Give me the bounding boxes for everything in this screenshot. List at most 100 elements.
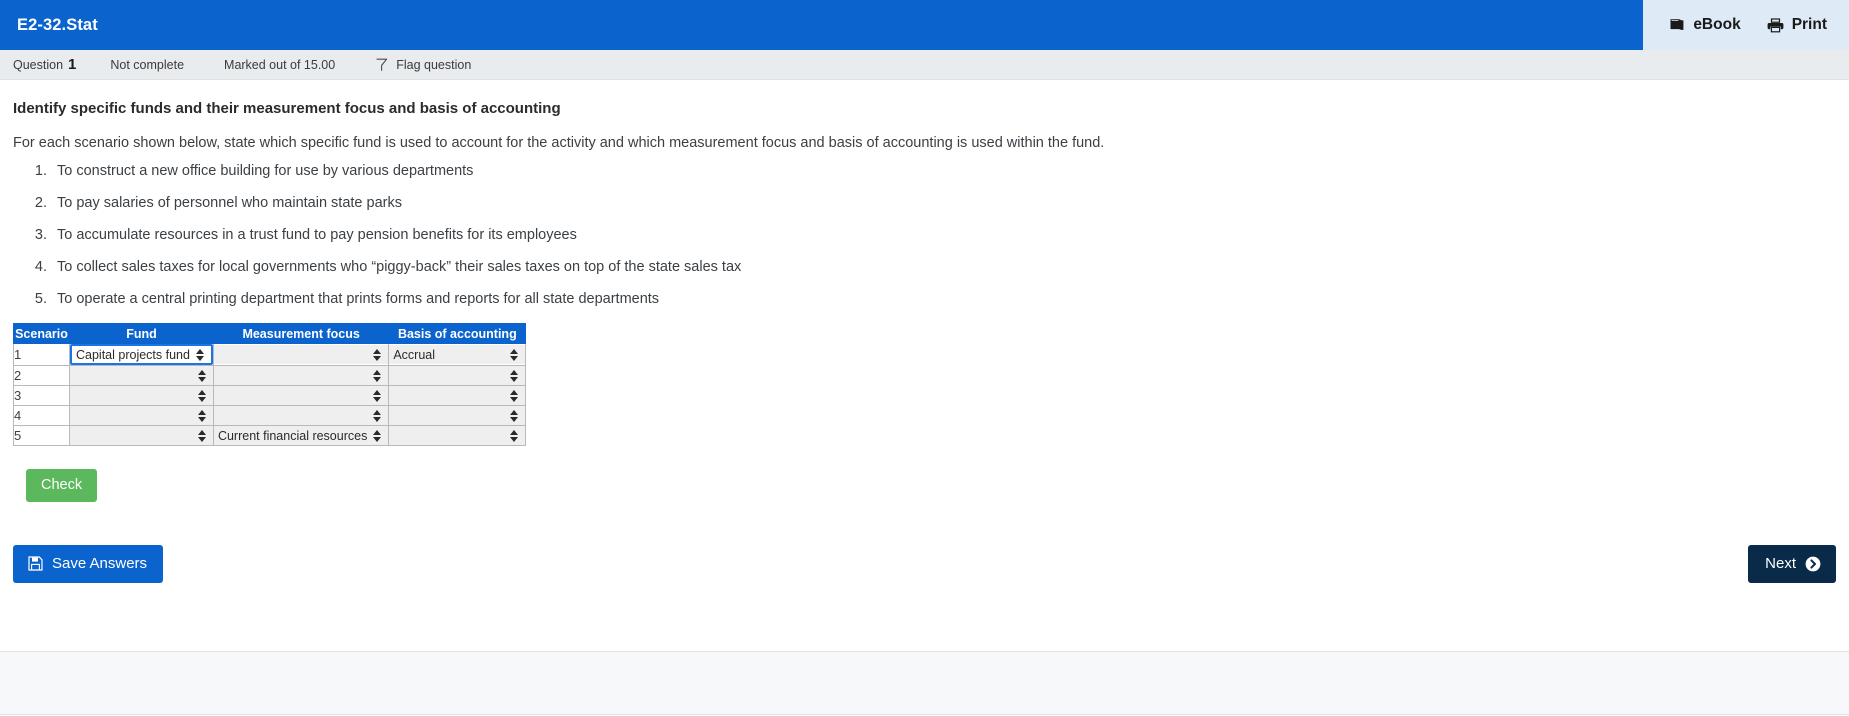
select-arrows-icon <box>373 409 382 422</box>
fund-select-row-5[interactable] <box>70 426 213 445</box>
focus-select-value-row-5: Current financial resources <box>217 428 368 443</box>
select-arrows-icon <box>373 429 382 442</box>
column-header-basis-of-accounting: Basis of accounting <box>388 323 527 344</box>
fund-cell <box>69 385 214 406</box>
scenario-number: 3 <box>13 385 70 406</box>
question-heading: Identify specific funds and their measur… <box>13 100 561 117</box>
table-row: 1 Capital projects fund Accrual <box>13 343 527 366</box>
basis-cell <box>388 405 527 426</box>
focus-cell <box>212 343 390 366</box>
select-arrows-icon <box>510 369 519 382</box>
scenario-number: 1 <box>13 343 70 366</box>
focus-cell <box>212 365 390 386</box>
basis-cell <box>388 425 527 446</box>
focus-select-row-3[interactable] <box>213 386 389 405</box>
select-arrows-icon <box>197 429 207 442</box>
table-row: 5 Current financial resources <box>13 425 527 446</box>
next-label: Next <box>1765 555 1796 572</box>
column-header-fund: Fund <box>69 323 214 344</box>
focus-cell: Current financial resources <box>212 425 390 446</box>
select-arrows-icon <box>510 409 519 422</box>
focus-cell <box>212 405 390 426</box>
marks-info: Marked out of 15.00 <box>224 57 336 72</box>
fund-select-value-row-1: Capital projects fund <box>76 347 190 362</box>
answer-table: Scenario Fund Measurement focus Basis of… <box>13 323 527 446</box>
print-label: Print <box>1791 16 1827 34</box>
printer-icon <box>1767 17 1784 33</box>
table-row: 4 <box>13 405 527 426</box>
check-button-wrapper: Check <box>26 469 1849 502</box>
ebook-label: eBook <box>1693 16 1741 34</box>
question-body: Identify specific funds and their measur… <box>0 80 1849 502</box>
print-button[interactable]: Print <box>1767 17 1827 33</box>
fund-select-row-3[interactable] <box>70 386 213 405</box>
list-item: To construct a new office building for u… <box>51 163 1849 179</box>
save-answers-button[interactable]: Save Answers <box>13 545 164 583</box>
ebook-button[interactable]: eBook <box>1669 16 1741 34</box>
page-title: E2-32.Stat <box>17 15 98 34</box>
save-icon <box>28 556 43 571</box>
fund-cell: Capital projects fund <box>69 343 214 366</box>
basis-select-row-3[interactable] <box>389 386 526 405</box>
book-icon <box>1669 18 1685 32</box>
fund-select-row-1[interactable]: Capital projects fund <box>70 344 213 365</box>
focus-select-row-1[interactable] <box>213 345 389 364</box>
list-item: To accumulate resources in a trust fund … <box>51 227 1849 243</box>
list-item: To pay salaries of personnel who maintai… <box>51 195 1849 211</box>
basis-select-row-1[interactable]: Accrual <box>389 345 526 364</box>
select-arrows-icon <box>197 409 207 422</box>
question-indicator: Question 1 <box>13 56 76 73</box>
chevron-right-circle-icon <box>1805 556 1821 572</box>
select-arrows-icon <box>197 389 207 402</box>
header-actions: eBook Print <box>1643 0 1849 50</box>
focus-select-row-2[interactable] <box>213 366 389 385</box>
basis-select-value-row-1: Accrual <box>393 347 436 362</box>
bottom-action-bar: Save Answers Next <box>0 545 1849 595</box>
basis-cell: Accrual <box>388 343 527 366</box>
flag-question-button[interactable]: Flag question <box>375 58 471 72</box>
select-arrows-icon <box>373 348 382 361</box>
select-arrows-icon <box>373 389 382 402</box>
question-number: 1 <box>68 56 77 73</box>
flag-icon <box>375 58 388 72</box>
table-row: 2 <box>13 365 527 386</box>
scenario-number: 4 <box>13 405 70 426</box>
basis-select-row-5[interactable] <box>389 426 526 445</box>
basis-cell <box>388 365 527 386</box>
column-header-measurement-focus: Measurement focus <box>212 323 390 344</box>
question-info-bar: Question 1 Not complete Marked out of 15… <box>0 50 1849 80</box>
question-word: Question <box>13 58 64 72</box>
basis-select-row-4[interactable] <box>389 406 526 425</box>
list-item: To operate a central printing department… <box>51 291 1849 307</box>
select-arrows-icon <box>510 389 519 402</box>
fund-cell <box>69 365 214 386</box>
fund-cell <box>69 425 214 446</box>
basis-select-row-2[interactable] <box>389 366 526 385</box>
fund-cell <box>69 405 214 426</box>
scenario-number: 5 <box>13 425 70 446</box>
table-row: 3 <box>13 385 527 406</box>
footer-band <box>0 652 1849 715</box>
save-answers-label: Save Answers <box>52 555 148 572</box>
completion-state: Not complete <box>110 57 185 72</box>
list-item: To collect sales taxes for local governm… <box>51 259 1849 275</box>
column-header-scenario: Scenario <box>13 323 70 344</box>
table-header-row: Scenario Fund Measurement focus Basis of… <box>13 323 527 344</box>
select-arrows-icon <box>373 369 382 382</box>
scenario-number: 2 <box>13 365 70 386</box>
app-header: E2-32.Stat eBook Print <box>0 0 1849 50</box>
flag-question-label: Flag question <box>396 57 472 72</box>
select-arrows-icon <box>195 348 205 361</box>
basis-cell <box>388 385 527 406</box>
fund-select-row-4[interactable] <box>70 406 213 425</box>
next-button[interactable]: Next <box>1748 545 1836 583</box>
scenario-list: To construct a new office building for u… <box>13 163 1849 307</box>
answer-table-wrapper: Scenario Fund Measurement focus Basis of… <box>13 323 1849 446</box>
question-instructions: For each scenario shown below, state whi… <box>13 135 1105 151</box>
select-arrows-icon <box>510 348 519 361</box>
fund-select-row-2[interactable] <box>70 366 213 385</box>
check-button[interactable]: Check <box>26 469 98 502</box>
focus-select-row-4[interactable] <box>213 406 389 425</box>
focus-cell <box>212 385 390 406</box>
focus-select-row-5[interactable]: Current financial resources <box>213 426 389 445</box>
